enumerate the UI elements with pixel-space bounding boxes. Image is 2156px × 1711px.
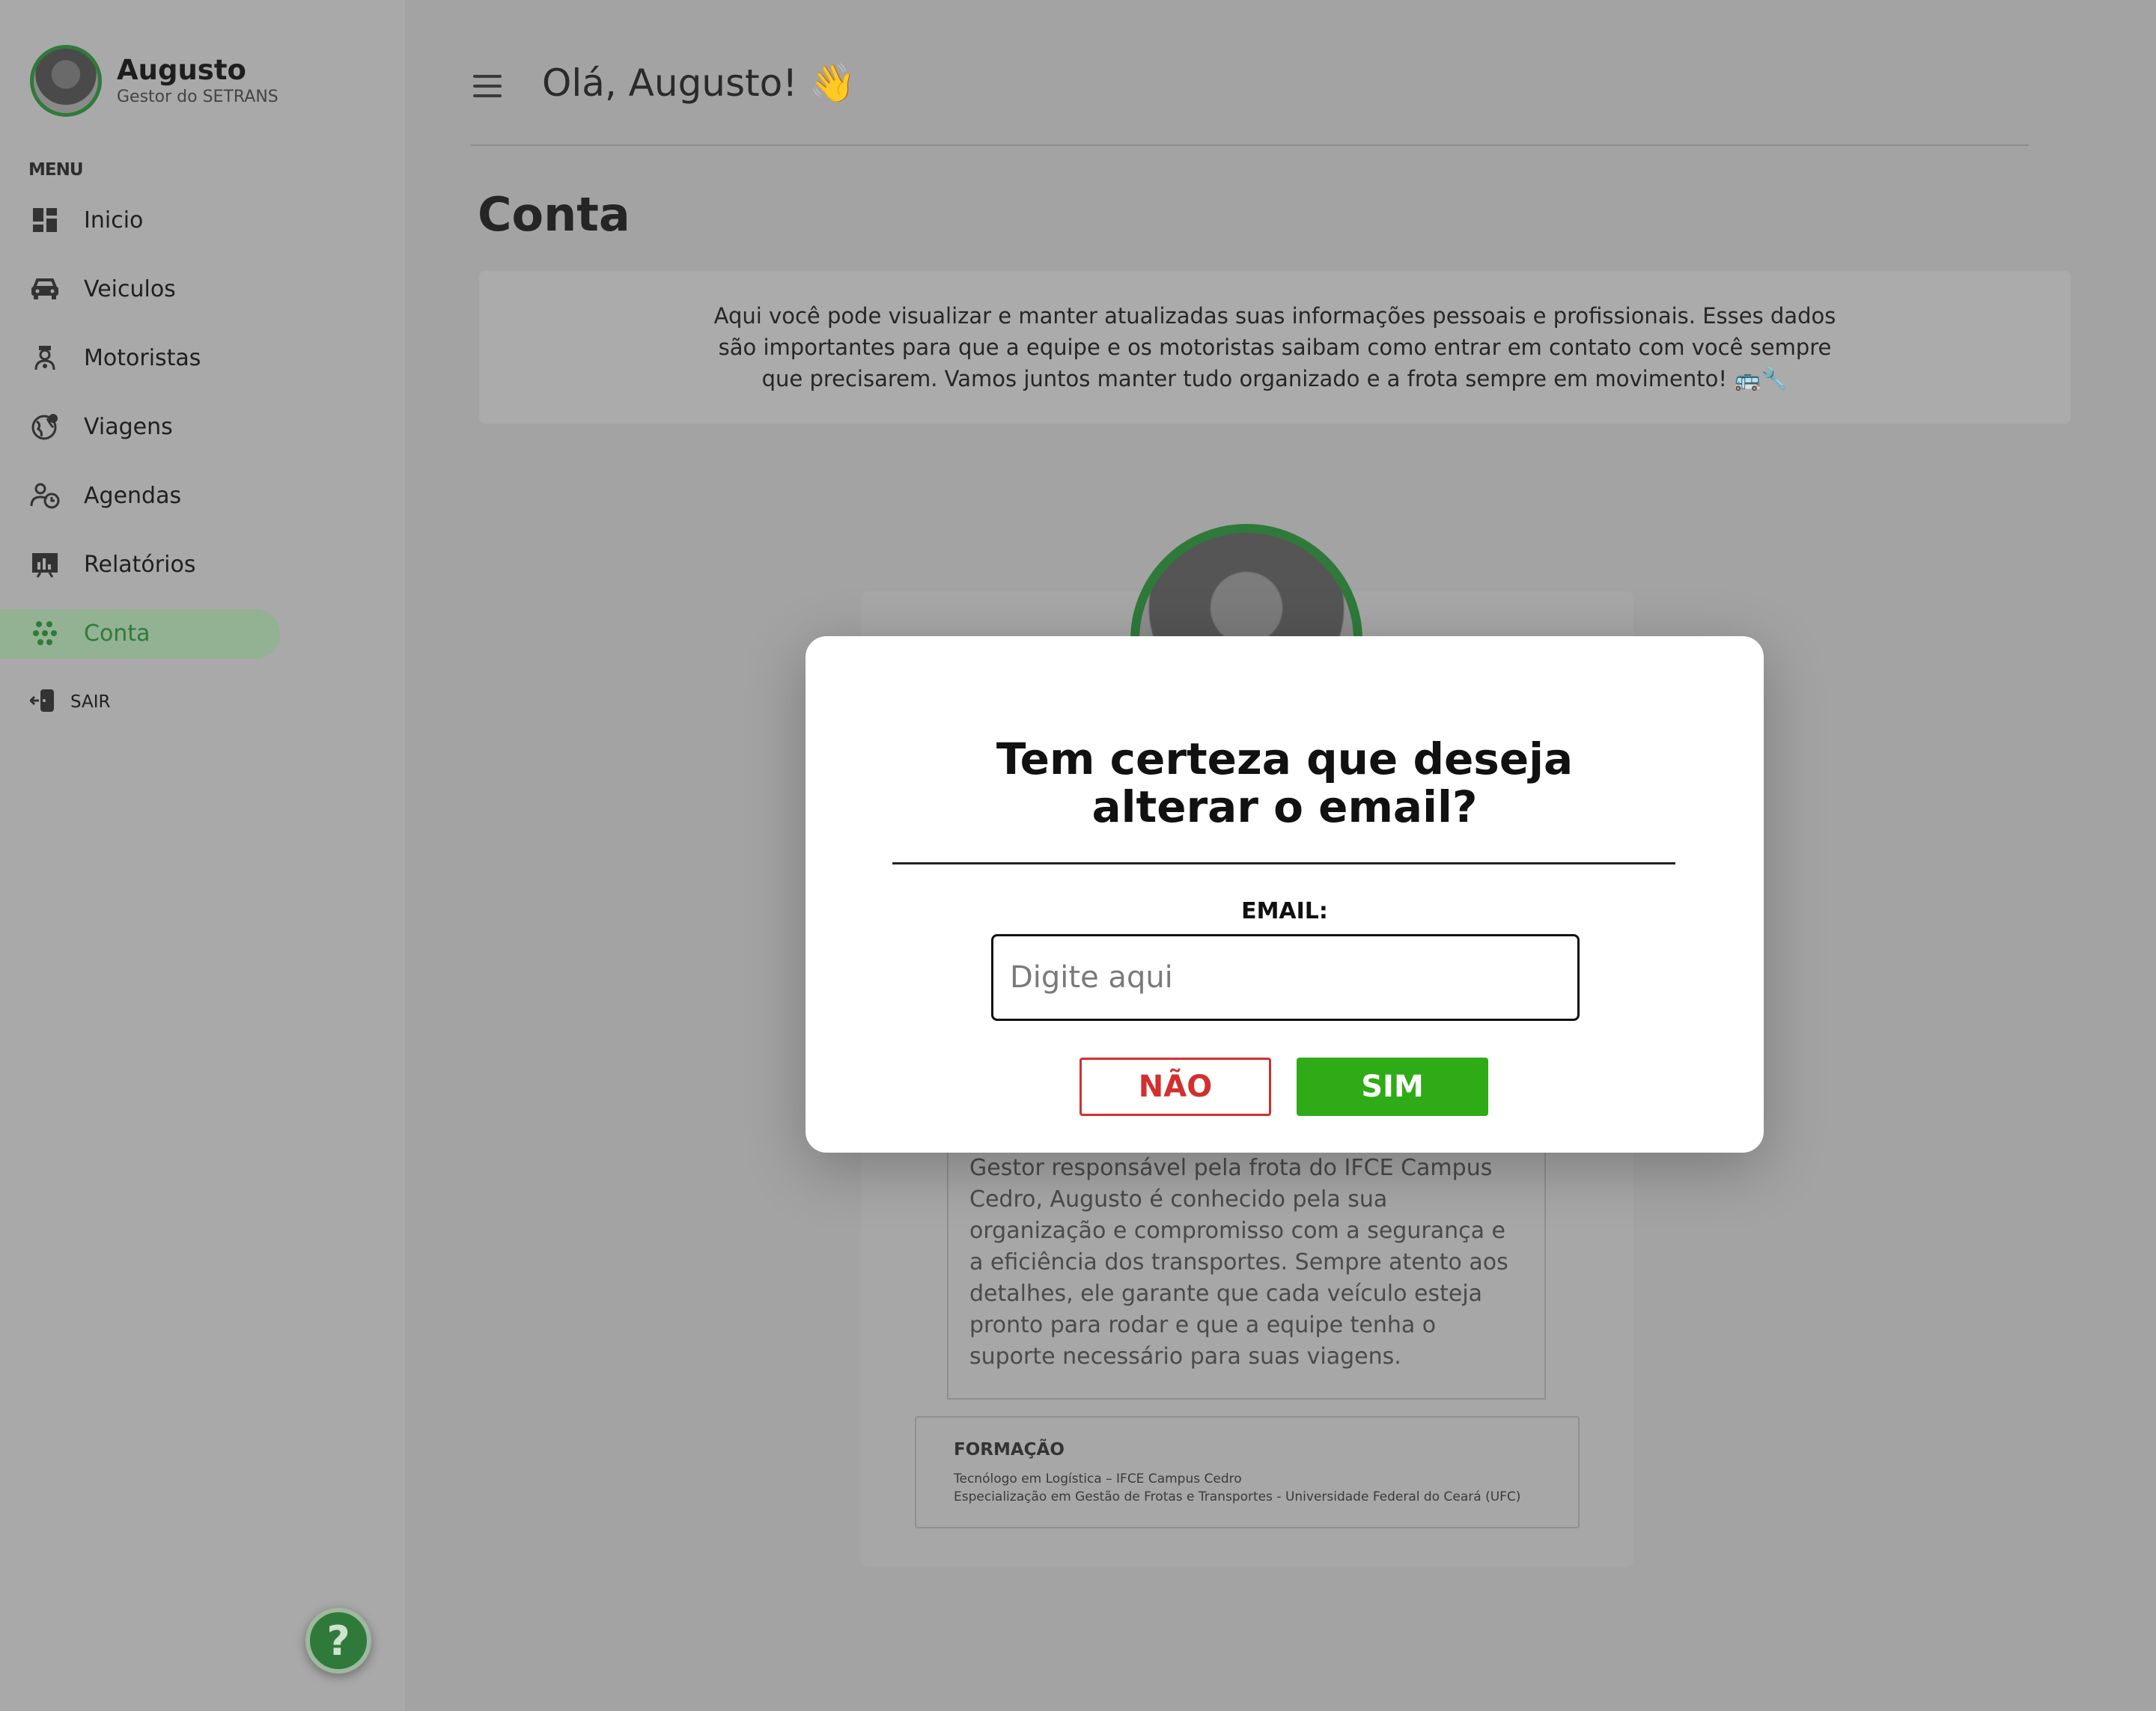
driver-icon <box>30 343 60 373</box>
avatar <box>30 45 102 117</box>
user-profile: Augusto Gestor do SETRANS <box>30 45 278 117</box>
dashboard-icon <box>30 205 60 235</box>
car-icon <box>30 274 60 304</box>
bio-text: Gestor responsável pela frota do IFCE Ca… <box>969 1155 1508 1370</box>
modal-divider <box>892 862 1675 864</box>
sidebar-item-label: Veiculos <box>84 275 176 302</box>
page-title: Conta <box>478 187 630 242</box>
globe-icon <box>30 412 60 442</box>
schedule-icon <box>30 481 60 510</box>
user-name: Augusto <box>117 54 246 86</box>
bio-box: Gestor responsável pela frota do IFCE Ca… <box>947 1138 1546 1400</box>
education-item: Especialização em Gestão de Frotas e Tra… <box>954 1489 1521 1504</box>
no-button[interactable]: NÃO <box>1079 1058 1271 1116</box>
sidebar-item-relatorios[interactable]: Relatórios <box>0 530 405 599</box>
info-text: Aqui você pode visualizar e manter atual… <box>713 303 1836 391</box>
sidebar-item-label: Viagens <box>84 413 173 440</box>
sidebar-item-conta[interactable]: Conta <box>0 599 405 668</box>
sidebar-item-viagens[interactable]: Viagens <box>0 392 405 461</box>
user-info: Augusto Gestor do SETRANS <box>117 54 278 108</box>
modal-title: Tem certeza que deseja alterar o email? <box>996 733 1574 832</box>
sidebar-item-label: Agendas <box>84 482 182 509</box>
education-item: Tecnólogo em Logística – IFCE Campus Ced… <box>954 1471 1242 1486</box>
sidebar-item-agendas[interactable]: Agendas <box>0 461 405 530</box>
logout-label: SAIR <box>70 692 111 712</box>
sidebar-nav: Inicio Veiculos Motoristas Viagens Agend… <box>0 186 405 668</box>
sidebar: Augusto Gestor do SETRANS MENU Inicio Ve… <box>0 0 405 1711</box>
user-role: Gestor do SETRANS <box>117 88 278 106</box>
email-label: EMAIL: <box>1241 898 1328 924</box>
header-divider <box>470 144 2029 146</box>
sidebar-item-motoristas[interactable]: Motoristas <box>0 323 405 392</box>
sidebar-item-label: Inicio <box>84 207 144 234</box>
education-box: FORMAÇÃO Tecnólogo em Logística – IFCE C… <box>915 1416 1580 1528</box>
help-button[interactable]: ? <box>305 1608 371 1674</box>
yes-button[interactable]: SIM <box>1297 1058 1488 1116</box>
hamburger-menu-icon[interactable] <box>473 75 502 97</box>
menu-title: MENU <box>28 160 84 180</box>
sidebar-item-veiculos[interactable]: Veiculos <box>0 254 405 323</box>
report-icon <box>30 549 60 579</box>
education-title: FORMAÇÃO <box>954 1440 1065 1460</box>
sidebar-item-label: Motoristas <box>84 344 201 371</box>
logout-icon <box>28 689 55 716</box>
confirm-email-modal: Tem certeza que deseja alterar o email? E… <box>806 636 1764 1153</box>
sidebar-item-label: Conta <box>84 620 150 647</box>
sidebar-item-inicio[interactable]: Inicio <box>0 186 405 254</box>
email-input[interactable] <box>991 934 1580 1021</box>
account-icon <box>30 618 60 648</box>
info-box: Aqui você pode visualizar e manter atual… <box>479 271 2071 424</box>
logout-button[interactable]: SAIR <box>28 689 111 716</box>
sidebar-item-label: Relatórios <box>84 551 196 578</box>
greeting: Olá, Augusto! 👋 <box>542 61 856 105</box>
